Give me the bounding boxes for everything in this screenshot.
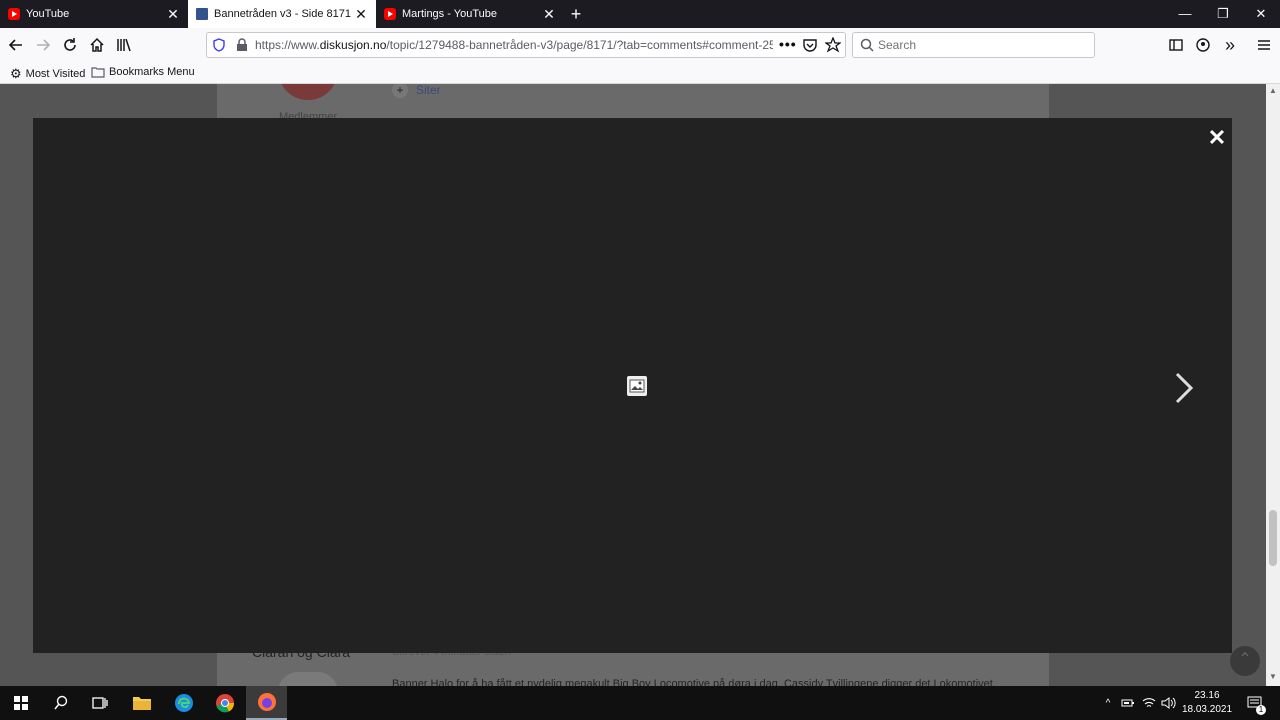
pocket-icon[interactable] xyxy=(803,38,817,52)
firefox-icon xyxy=(257,693,276,711)
image-lightbox: ✕ xyxy=(33,118,1232,653)
url-bar[interactable]: https://www.diskusjon.no/topic/1279488-b… xyxy=(206,32,846,58)
post-text: Banner Halo for å ha fått et nydelig meg… xyxy=(392,678,993,686)
chevron-up-icon: ⌃ xyxy=(1238,651,1252,668)
back-arrow-icon xyxy=(8,39,22,51)
wifi-icon[interactable] xyxy=(1140,686,1158,720)
minimize-button[interactable]: — xyxy=(1166,0,1204,28)
edge-button[interactable] xyxy=(163,686,204,720)
system-clock[interactable]: 23.16 18.03.2021 xyxy=(1180,689,1234,717)
tab-martings[interactable]: Martings - YouTube ✕ xyxy=(376,0,564,28)
plus-icon: + xyxy=(392,84,408,98)
notification-count: 1 xyxy=(1256,705,1266,715)
close-icon: ✕ xyxy=(1207,125,1227,150)
bookmarks-toolbar: ⚙ Most Visited Bookmarks Menu xyxy=(0,62,1280,84)
chrome-button[interactable] xyxy=(204,686,245,720)
diskusjon-icon xyxy=(196,8,208,20)
library-button[interactable] xyxy=(112,33,136,57)
task-view-icon xyxy=(91,697,108,709)
close-lightbox-button[interactable]: ✕ xyxy=(1205,126,1229,150)
hamburger-icon xyxy=(1258,40,1270,50)
battery-icon[interactable] xyxy=(1120,686,1136,720)
close-tab-icon[interactable]: ✕ xyxy=(542,7,556,21)
scroll-up-arrow-icon[interactable]: ▲ xyxy=(1269,86,1277,95)
home-icon xyxy=(90,37,104,52)
account-button[interactable] xyxy=(1191,33,1215,57)
close-tab-icon[interactable]: ✕ xyxy=(166,7,180,21)
forward-arrow-icon xyxy=(37,39,51,51)
tab-title: Bannetråden v3 - Side 8171 - Li xyxy=(214,8,354,20)
page-viewport: Medlemmer +Siter Ciaran og Clara Skrevet… xyxy=(0,84,1266,686)
library-icon xyxy=(117,38,131,52)
clock-date: 18.03.2021 xyxy=(1181,704,1233,715)
quote-button[interactable]: + Siter xyxy=(392,84,441,98)
bookmark-menu[interactable]: Bookmarks Menu xyxy=(91,66,195,78)
youtube-icon xyxy=(384,8,396,20)
scroll-to-top-button[interactable]: ⌃ xyxy=(1230,646,1260,676)
windows-logo-icon xyxy=(13,696,28,710)
chrome-icon xyxy=(215,694,234,713)
task-view-button[interactable] xyxy=(79,686,120,720)
lock-icon xyxy=(237,38,247,51)
chevron-up-icon: ^ xyxy=(1105,697,1111,709)
forward-button[interactable] xyxy=(31,33,55,57)
url-text: https://www.diskusjon.no/topic/1279488-b… xyxy=(255,38,773,52)
search-icon xyxy=(860,38,874,52)
avatar xyxy=(278,84,338,100)
search-bar[interactable]: Search xyxy=(852,32,1095,58)
reload-icon xyxy=(64,38,76,51)
tab-bannetraden[interactable]: Bannetråden v3 - Side 8171 - Li ✕ xyxy=(188,0,376,28)
taskbar-search-button[interactable] xyxy=(40,686,81,720)
back-button[interactable] xyxy=(4,33,28,57)
tab-strip: YouTube ✕ Bannetråden v3 - Side 8171 - L… xyxy=(0,0,1280,28)
bookmark-label: Most Visited xyxy=(25,68,86,80)
firefox-button[interactable] xyxy=(246,686,287,720)
bookmark-label: Bookmarks Menu xyxy=(109,66,195,78)
close-tab-icon[interactable]: ✕ xyxy=(354,7,368,21)
tab-youtube[interactable]: YouTube ✕ xyxy=(0,0,188,28)
avatar xyxy=(278,672,338,686)
account-icon xyxy=(1196,38,1210,52)
sidebar-button[interactable] xyxy=(1164,33,1188,57)
tab-title: YouTube xyxy=(26,8,70,20)
gear-icon: ⚙ xyxy=(10,66,22,81)
show-hidden-icons-button[interactable]: ^ xyxy=(1100,686,1116,720)
nav-bar: https://www.diskusjon.no/topic/1279488-b… xyxy=(0,28,1280,62)
home-button[interactable] xyxy=(85,33,109,57)
folder-icon xyxy=(132,697,151,710)
tracking-shield-icon xyxy=(213,38,225,52)
hamburger-menu-button[interactable] xyxy=(1252,33,1276,57)
bookmark-star-icon[interactable] xyxy=(825,37,841,53)
file-explorer-button[interactable] xyxy=(121,686,162,720)
next-image-button[interactable] xyxy=(1167,368,1201,408)
page-scrollbar[interactable]: ▲ ▼ xyxy=(1266,84,1280,686)
search-placeholder: Search xyxy=(878,38,917,52)
volume-icon[interactable] xyxy=(1160,686,1178,720)
reload-button[interactable] xyxy=(58,33,82,57)
clock-time: 23.16 xyxy=(1194,690,1220,701)
search-icon xyxy=(53,695,67,710)
broken-image-icon xyxy=(627,376,647,396)
youtube-icon xyxy=(8,8,20,20)
bookmark-most-visited[interactable]: ⚙ Most Visited xyxy=(10,66,85,82)
scrollbar-thumb[interactable] xyxy=(1269,510,1277,566)
chevron-right-icon xyxy=(1175,372,1194,404)
scroll-down-arrow-icon[interactable]: ▼ xyxy=(1269,672,1277,681)
start-button[interactable] xyxy=(0,686,41,720)
quote-label: Siter xyxy=(416,84,441,97)
edge-icon xyxy=(174,694,193,712)
tab-title: Martings - YouTube xyxy=(402,8,497,20)
windows-taskbar: ^ 23.16 18.03.2021 1 xyxy=(0,686,1280,720)
chevron-double-right-icon: » xyxy=(1224,34,1235,55)
sidebar-icon xyxy=(1169,39,1183,51)
new-tab-button[interactable]: + xyxy=(564,0,588,28)
close-window-button[interactable]: ✕ xyxy=(1242,0,1280,28)
overflow-menu-button[interactable]: » xyxy=(1218,33,1242,57)
folder-icon xyxy=(91,67,105,78)
page-actions-icon[interactable]: ••• xyxy=(779,36,797,52)
restore-button[interactable]: ❐ xyxy=(1204,0,1242,28)
notifications-button[interactable]: 1 xyxy=(1240,686,1270,720)
